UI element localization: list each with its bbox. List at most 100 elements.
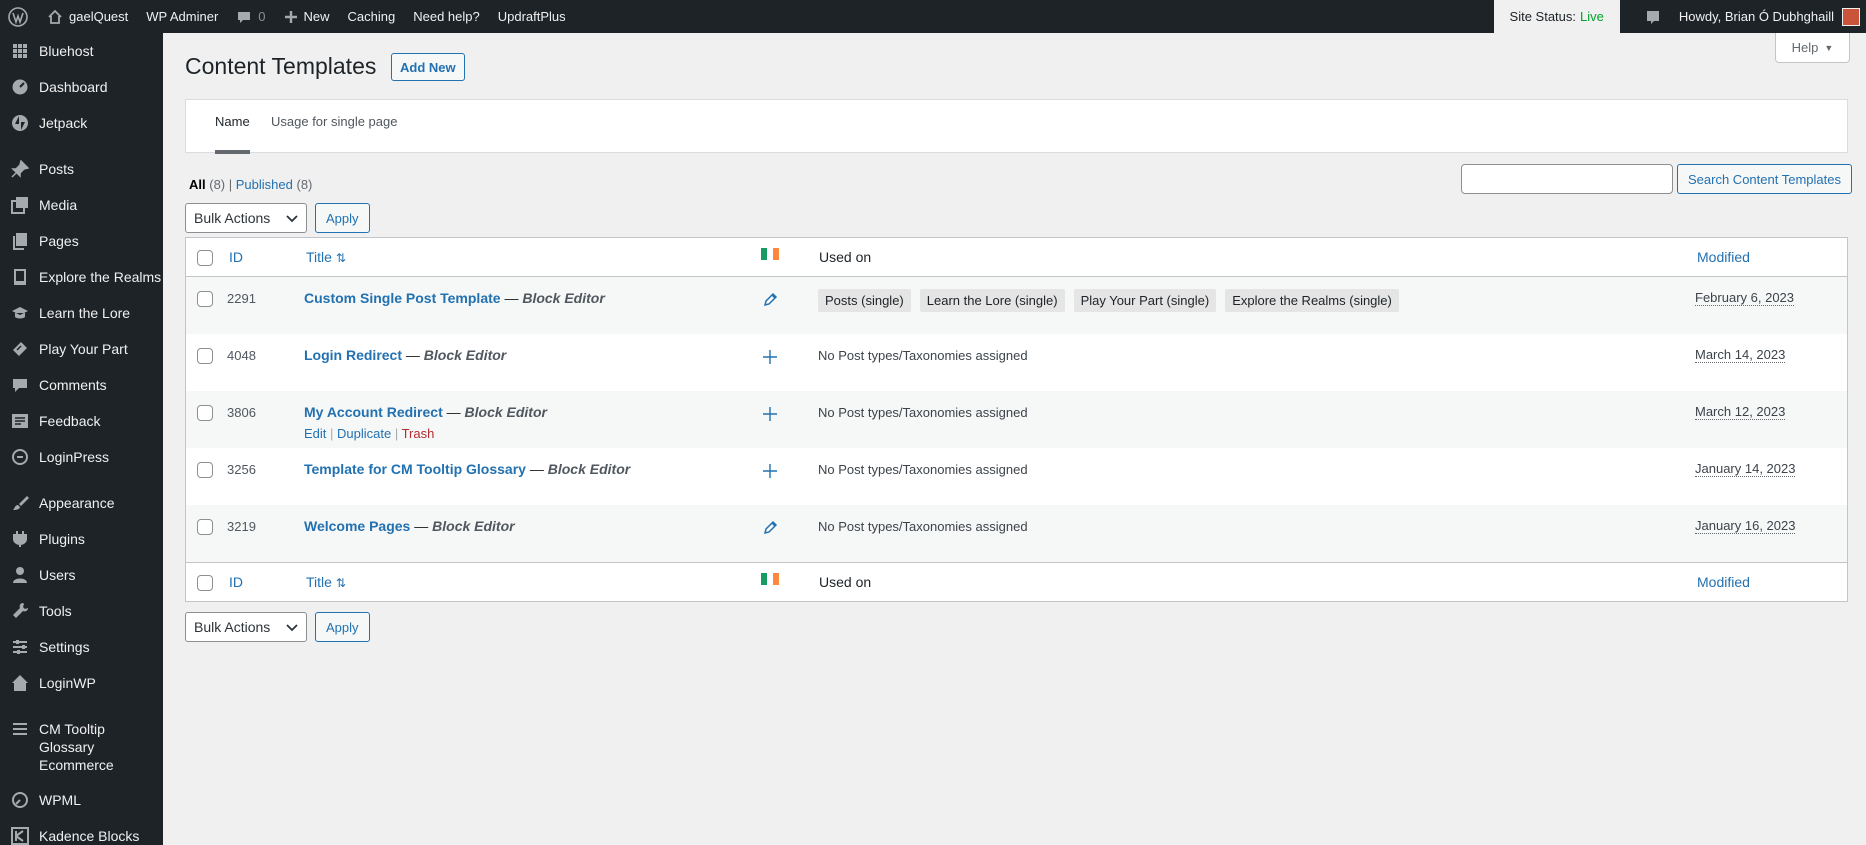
template-title-link[interactable]: Custom Single Post Template xyxy=(304,290,501,306)
site-name-link[interactable]: gaelQuest xyxy=(38,0,137,33)
sidebar-item-play-your-part[interactable]: Play Your Part xyxy=(0,331,163,367)
bulk-actions-select-bottom[interactable]: Bulk Actions xyxy=(185,612,307,642)
column-modified[interactable]: Modified xyxy=(1697,249,1750,265)
apply-button-top[interactable]: Apply xyxy=(315,203,370,233)
updraftplus-link[interactable]: UpdraftPlus xyxy=(489,0,575,33)
title-separator: — xyxy=(443,404,465,420)
table-header: ID Title ⇅ Used on Modified xyxy=(186,238,1847,277)
sidebar-item-comments[interactable]: Comments xyxy=(0,367,163,403)
sidebar-item-tools[interactable]: Tools xyxy=(0,593,163,629)
site-status-label: Site Status: xyxy=(1509,9,1577,24)
template-title-link[interactable]: Template for CM Tooltip Glossary xyxy=(304,461,526,477)
used-on-text: No Post types/Taxonomies assigned xyxy=(818,405,1028,420)
sidebar-item-jetpack[interactable]: Jetpack xyxy=(0,105,163,141)
sidebar-item-loginwp[interactable]: LoginWP xyxy=(0,665,163,701)
table-row: 2291 Custom Single Post Template — Block … xyxy=(186,277,1847,334)
select-all-checkbox[interactable] xyxy=(197,250,213,266)
column-id-footer[interactable]: ID xyxy=(229,574,243,590)
sidebar-item-label: Explore the Realms xyxy=(39,269,162,285)
sidebar-item-bluehost[interactable]: Bluehost xyxy=(0,33,163,69)
column-title-footer[interactable]: Title ⇅ xyxy=(306,574,346,590)
row-title: Welcome Pages — Block Editor xyxy=(304,518,515,534)
trash-link[interactable]: Trash xyxy=(402,426,435,441)
sidebar-item-appearance[interactable]: Appearance xyxy=(0,485,163,521)
select-all-checkbox-footer[interactable] xyxy=(197,575,213,591)
tab-name[interactable]: Name xyxy=(215,114,250,154)
row-checkbox[interactable] xyxy=(197,348,213,364)
row-actions: Edit | Duplicate | Trash xyxy=(304,426,435,441)
sidebar-item-kadence-blocks[interactable]: Kadence Blocks xyxy=(0,818,163,845)
sidebar-item-media[interactable]: Media xyxy=(0,187,163,223)
plus-icon[interactable] xyxy=(761,405,779,423)
search-input[interactable] xyxy=(1461,164,1673,194)
account-menu[interactable]: Howdy, Brian Ó Dubhghaill xyxy=(1670,0,1866,33)
table-footer: ID Title ⇅ Used on Modified xyxy=(186,562,1847,601)
row-checkbox[interactable] xyxy=(197,291,213,307)
sidebar-item-users[interactable]: Users xyxy=(0,557,163,593)
filter-published-count: (8) xyxy=(296,177,313,192)
sidebar-item-plugins[interactable]: Plugins xyxy=(0,521,163,557)
sidebar-item-label: Learn the Lore xyxy=(39,305,131,321)
modified-date: February 6, 2023 xyxy=(1695,290,1795,306)
caching-link[interactable]: Caching xyxy=(339,0,405,33)
sidebar-item-label: Feedback xyxy=(39,413,101,429)
title-separator: — xyxy=(402,347,424,363)
sidebar-item-learn-the-lore[interactable]: Learn the Lore xyxy=(0,295,163,331)
search-button[interactable]: Search Content Templates xyxy=(1677,164,1852,194)
template-title-link[interactable]: My Account Redirect xyxy=(304,404,443,420)
column-id[interactable]: ID xyxy=(229,249,243,265)
plus-icon[interactable] xyxy=(761,348,779,366)
row-checkbox[interactable] xyxy=(197,462,213,478)
filter-all[interactable]: All xyxy=(189,177,206,192)
plus-icon[interactable] xyxy=(761,462,779,480)
plus-icon xyxy=(284,10,298,24)
template-title-link[interactable]: Login Redirect xyxy=(304,347,402,363)
admin-bar: gaelQuest WP Adminer 0 New Caching Need … xyxy=(0,0,1866,33)
column-title[interactable]: Title ⇅ xyxy=(306,249,346,265)
sidebar-item-cm-tooltip-glossary-ecommerce[interactable]: CM Tooltip Glossary Ecommerce xyxy=(0,711,163,782)
bulk-actions-label: Bulk Actions xyxy=(194,210,271,226)
sidebar-item-pages[interactable]: Pages xyxy=(0,223,163,259)
help-tab[interactable]: Help ▼ xyxy=(1775,33,1850,63)
apply-button-bottom[interactable]: Apply xyxy=(315,612,370,642)
column-modified-footer[interactable]: Modified xyxy=(1697,574,1750,590)
bulk-actions-select-top[interactable]: Bulk Actions xyxy=(185,203,307,233)
edit-link[interactable]: Edit xyxy=(304,426,326,441)
pages-icon xyxy=(10,231,30,251)
filter-published[interactable]: Published xyxy=(236,177,293,192)
main-content: Help ▼ Content Templates Add New Name Us… xyxy=(163,33,1866,845)
table-row: 3256 Template for CM Tooltip Glossary — B… xyxy=(186,448,1847,505)
pencil-icon[interactable] xyxy=(761,519,779,537)
sidebar-item-loginpress[interactable]: LoginPress xyxy=(0,439,163,475)
wp-adminer-link[interactable]: WP Adminer xyxy=(137,0,227,33)
wordpress-logo-icon[interactable] xyxy=(0,0,38,33)
pencil-icon[interactable] xyxy=(761,291,779,309)
comments-link[interactable]: 0 xyxy=(227,0,274,33)
sidebar-item-settings[interactable]: Settings xyxy=(0,629,163,665)
new-content-link[interactable]: New xyxy=(275,0,339,33)
tab-usage-single-page[interactable]: Usage for single page xyxy=(271,114,397,154)
sidebar-item-explore-the-realms[interactable]: Explore the Realms xyxy=(0,259,163,295)
row-checkbox[interactable] xyxy=(197,405,213,421)
used-on-chip: Learn the Lore (single) xyxy=(919,289,1065,312)
site-status[interactable]: Site Status: Live xyxy=(1493,0,1620,33)
notifications-icon[interactable] xyxy=(1636,0,1670,33)
row-checkbox[interactable] xyxy=(197,519,213,535)
sort-icon: ⇅ xyxy=(335,576,346,590)
new-label: New xyxy=(303,9,330,24)
sidebar-item-dashboard[interactable]: Dashboard xyxy=(0,69,163,105)
template-title-link[interactable]: Welcome Pages xyxy=(304,518,410,534)
sidebar-item-wpml[interactable]: WPML xyxy=(0,782,163,818)
home-icon xyxy=(10,673,30,693)
filter-all-count: (8) xyxy=(209,177,226,192)
sidebar-item-feedback[interactable]: Feedback xyxy=(0,403,163,439)
title-separator: — xyxy=(410,518,432,534)
need-help-link[interactable]: Need help? xyxy=(404,0,489,33)
comment-icon xyxy=(10,375,30,395)
duplicate-link[interactable]: Duplicate xyxy=(337,426,391,441)
sidebar-item-posts[interactable]: Posts xyxy=(0,151,163,187)
avatar xyxy=(1842,7,1860,26)
add-new-button[interactable]: Add New xyxy=(391,53,465,81)
modified-date: March 12, 2023 xyxy=(1695,404,1786,420)
row-id: 3219 xyxy=(227,519,256,534)
